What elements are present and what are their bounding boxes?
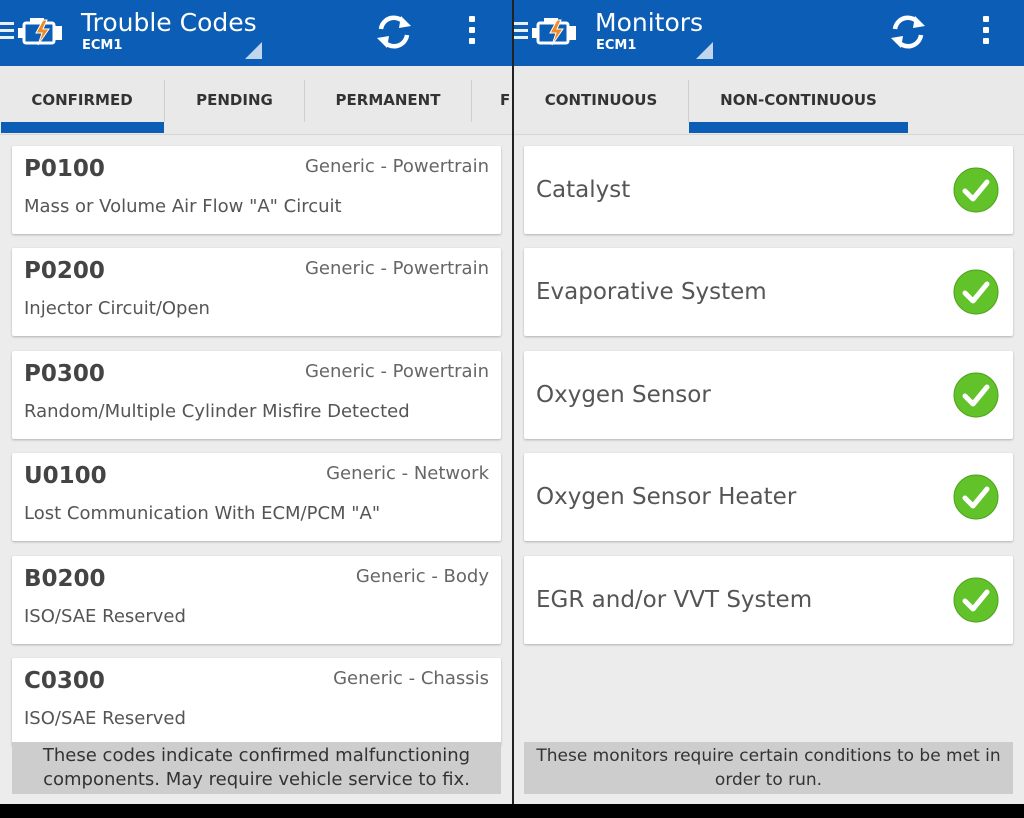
code-description: Lost Communication With ECM/PCM "A" [24,503,381,524]
menu-icon[interactable] [514,22,528,44]
ecu-subtitle[interactable]: ECM1 [82,38,122,54]
trouble-codes-screen: Trouble Codes ECM1 CONFIRMED PENDING PER… [0,0,512,804]
ecu-dropdown-icon[interactable] [245,42,262,59]
monitor-card[interactable]: Oxygen Sensor Heater [524,453,1013,541]
check-icon [953,167,999,213]
check-icon [953,474,999,520]
action-bar: Trouble Codes ECM1 [0,0,512,66]
engine-icon[interactable] [16,12,66,50]
system-bottom-bar [0,804,1024,818]
monitor-card[interactable]: EGR and/or VVT System [524,556,1013,644]
ecu-dropdown-icon[interactable] [696,42,713,59]
overflow-menu-icon[interactable] [462,12,482,52]
code-id: P0100 [24,156,105,182]
monitor-card[interactable]: Catalyst [524,146,1013,234]
monitor-name: Evaporative System [536,279,767,305]
ecu-subtitle[interactable]: ECM1 [596,38,636,54]
check-icon [953,577,999,623]
code-id: U0100 [24,463,107,489]
code-category: Generic - Powertrain [304,258,489,279]
code-description: Injector Circuit/Open [24,298,210,319]
engine-icon[interactable] [530,12,580,50]
monitor-name: Catalyst [536,177,631,203]
monitor-name: Oxygen Sensor Heater [536,484,797,510]
tab-continuous[interactable]: CONTINUOUS [514,66,688,134]
overflow-menu-icon[interactable] [976,12,996,52]
trouble-code-card[interactable]: C0300 Generic - Chassis ISO/SAE Reserved [12,658,501,746]
tab-divider [471,80,472,122]
action-bar: Monitors ECM1 [514,0,1024,66]
note-line: order to run. [714,770,823,790]
info-note: These codes indicate confirmed malfuncti… [12,742,501,794]
monitor-name: Oxygen Sensor [536,382,711,408]
tab-permanent[interactable]: PERMANENT [305,66,471,134]
tab-partial[interactable]: F [500,66,512,134]
code-category: Generic - Chassis [333,668,489,689]
screen-title: Trouble Codes [81,8,257,37]
code-category: Generic - Powertrain [304,156,489,177]
monitor-card[interactable]: Oxygen Sensor [524,351,1013,439]
refresh-icon[interactable] [372,12,416,52]
code-category: Generic - Network [326,463,489,484]
trouble-code-card[interactable]: U0100 Generic - Network Lost Communicati… [12,453,501,541]
info-note: These monitors require certain condition… [524,742,1013,794]
monitor-name: EGR and/or VVT System [536,587,813,613]
code-category: Generic - Body [355,566,489,587]
code-id: P0200 [24,258,105,284]
selected-tab-indicator [1,122,164,133]
code-id: B0200 [24,566,106,592]
note-line: components. May require vehicle service … [43,769,470,790]
trouble-code-card[interactable]: P0200 Generic - Powertrain Injector Circ… [12,248,501,336]
check-icon [953,372,999,418]
check-icon [953,269,999,315]
code-description: ISO/SAE Reserved [24,606,186,627]
code-id: C0300 [24,668,105,694]
code-id: P0300 [24,361,105,387]
code-description: Random/Multiple Cylinder Misfire Detecte… [24,401,410,422]
selected-tab-indicator [689,122,908,133]
tab-pending[interactable]: PENDING [165,66,304,134]
trouble-code-card[interactable]: B0200 Generic - Body ISO/SAE Reserved [12,556,501,644]
monitors-screen: Monitors ECM1 CONTINUOUS NON-CONTINUOUS … [514,0,1024,804]
note-line: These monitors require certain condition… [536,746,1001,766]
trouble-code-card[interactable]: P0300 Generic - Powertrain Random/Multip… [12,351,501,439]
code-description: ISO/SAE Reserved [24,708,186,729]
note-line: These codes indicate confirmed malfuncti… [42,745,471,766]
trouble-code-card[interactable]: P0100 Generic - Powertrain Mass or Volum… [12,146,501,234]
menu-icon[interactable] [0,22,14,44]
monitor-card[interactable]: Evaporative System [524,248,1013,336]
refresh-icon[interactable] [886,12,930,52]
code-category: Generic - Powertrain [304,361,489,382]
code-description: Mass or Volume Air Flow "A" Circuit [24,196,342,217]
screen-title: Monitors [595,8,704,37]
